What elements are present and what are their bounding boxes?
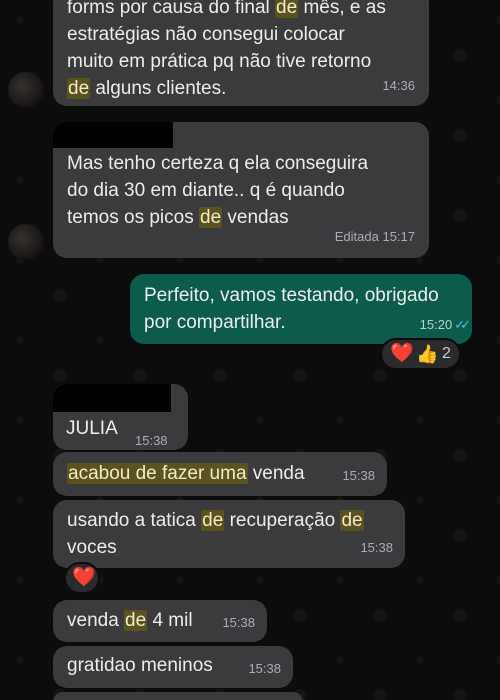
message-text: gratidao meninos: [67, 655, 213, 676]
sender-avatar[interactable]: [8, 224, 44, 260]
heart-reaction-icon: ❤️: [72, 567, 96, 588]
heart-reaction-icon: ❤️: [390, 343, 414, 364]
message-reactions[interactable]: ❤️ 👍 2: [380, 338, 461, 370]
message-text: forms por causa do final de mês, e as es…: [67, 0, 415, 102]
message-reactions[interactable]: ❤️: [64, 562, 100, 594]
message-bubble[interactable]: usando a tatica de recuperação de voces …: [53, 500, 405, 568]
search-highlight: de: [340, 510, 364, 531]
message-bubble[interactable]: acabou de fazer uma venda 15:38: [53, 452, 387, 496]
message-text: Perfeito, vamos testando, obrigado por c…: [144, 285, 439, 333]
search-highlight: de: [275, 0, 299, 18]
message-text: acabou de fazer uma venda: [67, 463, 305, 484]
thumbs-up-reaction-icon: 👍: [416, 343, 439, 364]
message-bubble[interactable]: gratidao meninos 15:38: [53, 646, 293, 688]
message-time: 14:36: [382, 78, 415, 93]
message-time: 15:38: [135, 433, 168, 448]
message-text: JULIA: [66, 418, 118, 439]
search-highlight: de: [67, 78, 91, 99]
message-text: venda de 4 mil: [67, 610, 193, 631]
redacted-sender-name: [53, 122, 173, 148]
sender-avatar[interactable]: [8, 72, 44, 108]
search-highlight: de: [124, 610, 148, 631]
search-highlight: de: [199, 207, 223, 228]
message-time: Editada 15:17: [334, 229, 415, 244]
search-highlight: acabou de fazer uma: [67, 463, 248, 484]
redacted-sender-name: [53, 384, 171, 412]
message-time: 15:38: [342, 468, 375, 483]
message-bubble[interactable]: [53, 692, 303, 700]
message-time: 15:20 ✓✓: [420, 311, 471, 338]
message-text: usando a tatica de recuperação de voces: [67, 510, 364, 558]
message-time: 15:38: [360, 540, 393, 555]
message-bubble[interactable]: forms por causa do final de mês, e as es…: [53, 0, 429, 106]
message-bubble[interactable]: venda de 4 mil 15:38: [53, 600, 267, 642]
search-highlight: de: [201, 510, 225, 531]
read-receipt-icon: ✓✓: [454, 317, 471, 332]
message-time: 15:38: [248, 661, 281, 676]
outgoing-message-bubble[interactable]: Perfeito, vamos testando, obrigado por c…: [130, 274, 472, 344]
message-time: 15:38: [222, 615, 255, 630]
message-text: Mas tenho certeza q ela conseguira do di…: [67, 153, 369, 228]
message-bubble[interactable]: Mas tenho certeza q ela conseguira do di…: [53, 122, 429, 258]
message-bubble[interactable]: JULIA 15:38: [53, 384, 188, 450]
reaction-count: 2: [442, 345, 451, 362]
